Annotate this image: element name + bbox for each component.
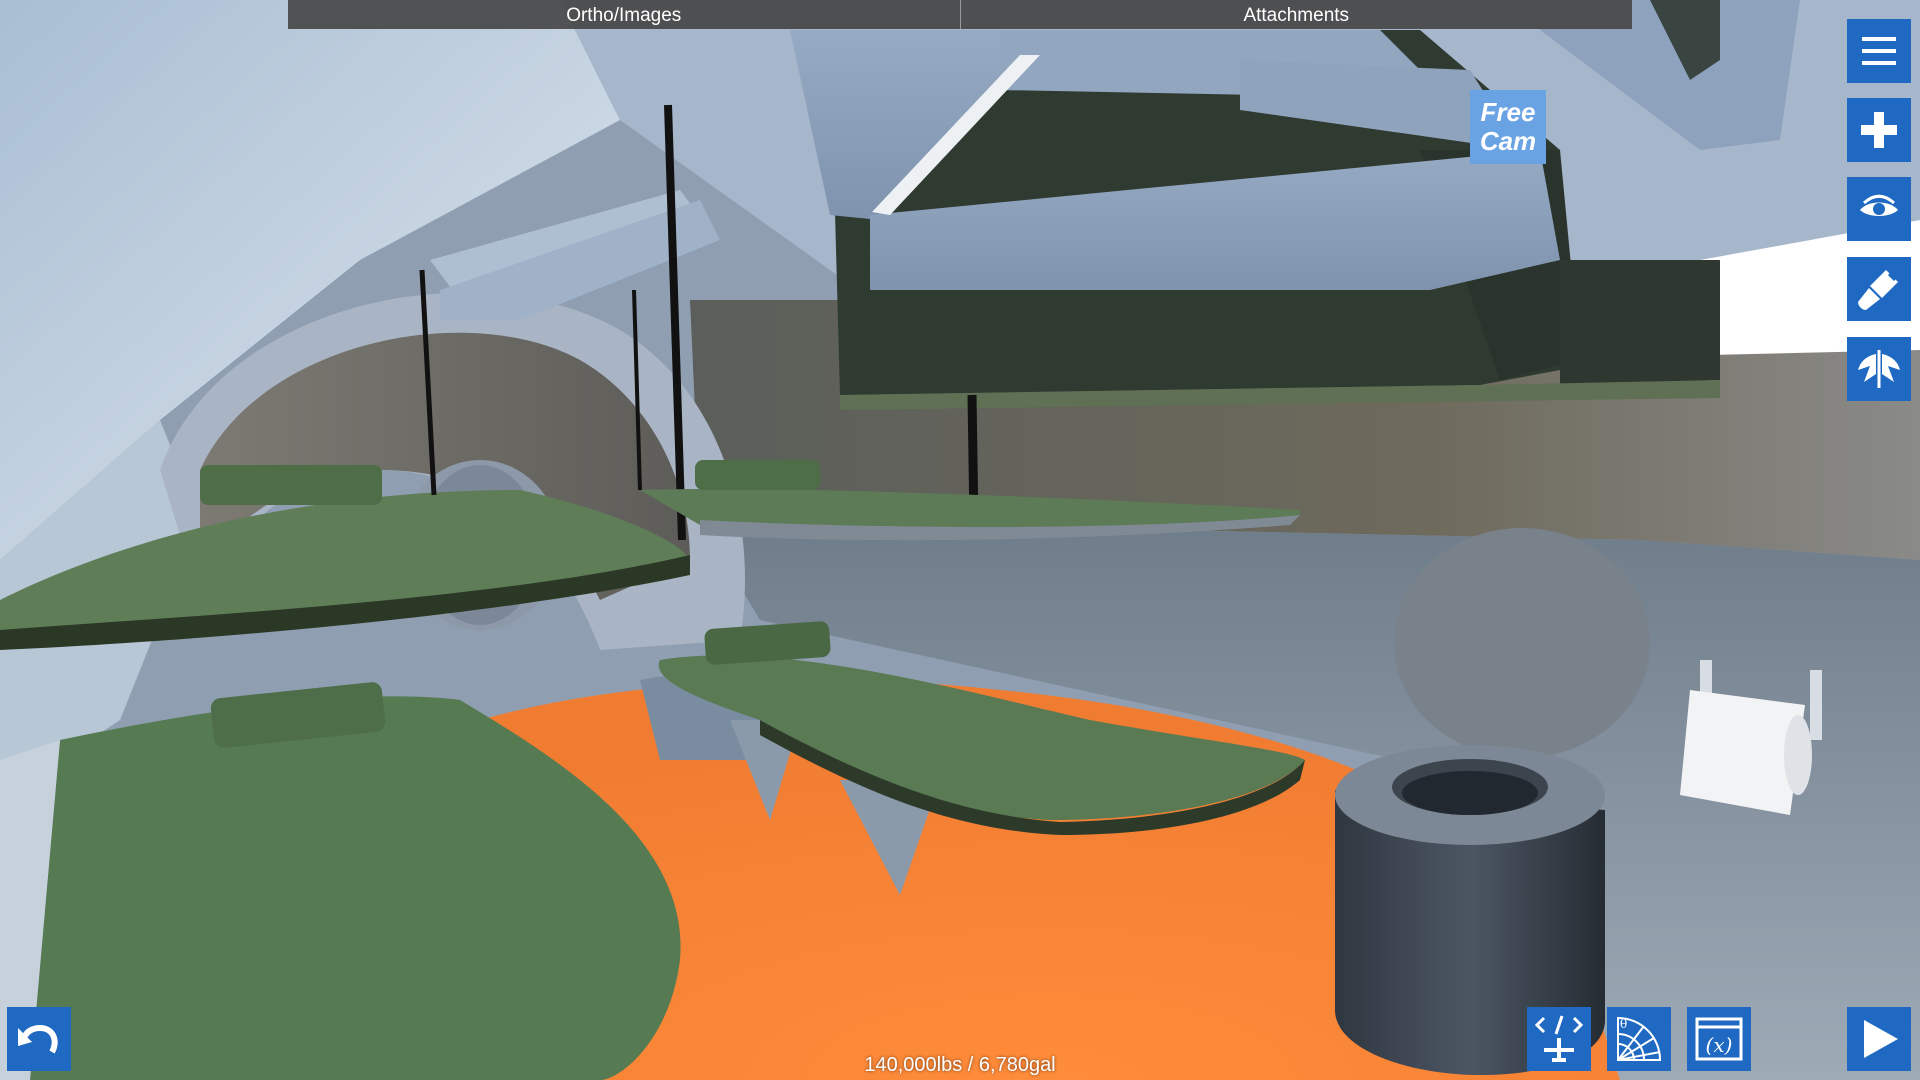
variables-label: (x) xyxy=(1706,1033,1733,1057)
eye-icon xyxy=(1860,194,1898,216)
paintbrush-icon xyxy=(1858,270,1898,310)
aircraft-code-icon xyxy=(1534,1015,1584,1062)
tab-ortho-images[interactable]: Ortho/Images xyxy=(288,0,961,29)
plus-icon xyxy=(1861,112,1897,148)
viewport-3d-scene[interactable] xyxy=(0,0,1920,1080)
menu-button[interactable] xyxy=(1847,19,1911,83)
add-part-button[interactable] xyxy=(1847,98,1911,162)
free-cam-line2: Cam xyxy=(1479,126,1537,156)
free-cam-badge[interactable]: Free Cam xyxy=(1470,90,1546,164)
hamburger-menu-icon xyxy=(1862,37,1896,65)
paint-button[interactable] xyxy=(1847,257,1911,321)
top-tab-bar: Ortho/Images Attachments xyxy=(288,0,1632,29)
angle-gauge-icon: θ xyxy=(1617,1016,1662,1061)
play-icon xyxy=(1864,1020,1898,1058)
variables-icon: (x) xyxy=(1695,1017,1743,1061)
undo-arrow-icon xyxy=(18,1024,58,1054)
play-button[interactable] xyxy=(1847,1007,1911,1071)
tab-attachments[interactable]: Attachments xyxy=(961,0,1633,29)
angle-gauge-button[interactable]: θ xyxy=(1607,1007,1671,1071)
undo-button[interactable] xyxy=(7,1007,71,1071)
symmetry-button[interactable] xyxy=(1847,337,1911,401)
free-cam-line1: Free xyxy=(1480,97,1536,127)
weight-fuel-readout: 140,000lbs / 6,780gal xyxy=(864,1054,1056,1076)
variables-button[interactable]: (x) xyxy=(1687,1007,1751,1071)
svg-text:θ: θ xyxy=(1620,1017,1627,1031)
aircraft-code-button[interactable] xyxy=(1527,1007,1591,1071)
wing-symmetry-icon xyxy=(1858,350,1900,388)
view-button[interactable] xyxy=(1847,177,1911,241)
